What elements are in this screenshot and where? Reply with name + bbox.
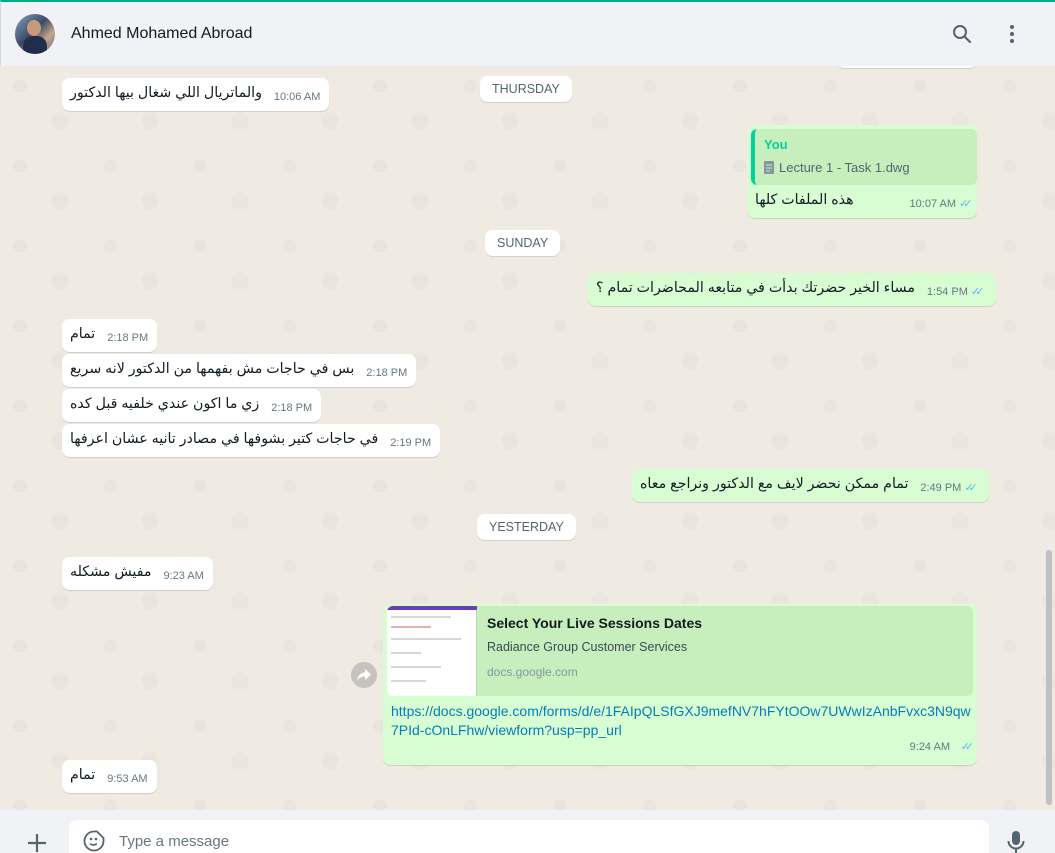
double-check-icon: ✓✓ [970,286,984,298]
forward-button[interactable] [351,662,377,688]
forward-icon [357,669,371,681]
chat-header: Ahmed Mohamed Abroad [0,0,1055,66]
message-text: تمام ممكن نحضر لايف مع الدكتور ونراجع مع… [640,476,909,492]
composer [0,810,1055,853]
message-incoming[interactable]: تمام 9:53 AM [62,760,157,793]
message-outgoing-link[interactable]: Select Your Live Sessions Dates Radiance… [383,604,977,765]
message-incoming[interactable]: في حاجات كتير بشوفها في مصادر تانيه عشان… [62,424,441,457]
message-time: 10:06 AM [273,91,321,103]
message-time: 2:18 PM [107,332,149,344]
link-preview-info: Select Your Live Sessions Dates Radiance… [477,606,712,696]
microphone-button[interactable] [1006,830,1026,853]
message-outgoing[interactable]: تمام ممكن نحضر لايف مع الدكتور ونراجع مع… [632,469,990,502]
message-time: 2:18 PM [366,367,408,379]
message-meta: 9:24 AM ✓✓ [391,738,974,757]
document-icon [764,161,774,174]
date-chip: THURSDAY [480,76,572,102]
quoted-message[interactable]: You Lecture 1 - Task 1.dwg [751,129,977,185]
quoted-file: Lecture 1 - Task 1.dwg [764,158,967,177]
search-icon [953,25,972,44]
message-link[interactable]: https://docs.google.com/forms/d/e/1FAIpQ… [391,702,971,740]
message-meta: 2:49 PM ✓✓ [920,479,980,498]
message-input[interactable] [119,832,919,850]
quoted-author: You [764,137,788,152]
message-outgoing[interactable]: You Lecture 1 - Task 1.dwg هذه الملفات ك… [747,125,977,218]
date-chip: SUNDAY [485,230,561,256]
message-outgoing[interactable]: مساء الخير حضرتك بدأت في متابعه المحاضرا… [588,273,996,306]
message-time: 10:07 AM [909,198,957,210]
message-time: 1:54 PM [926,286,968,298]
plus-icon [28,834,46,852]
message-incoming[interactable]: والماتريال اللي شغال بيها الدكتور 10:06 … [62,78,330,111]
date-chip: YESTERDAY [477,514,576,540]
double-check-icon: ✓✓ [964,482,977,494]
message-incoming[interactable]: زي ما اكون عندي خلفيه قبل كده 2:18 PM [62,389,322,422]
search-button[interactable] [947,19,977,49]
message-meta: 1:54 PM ✓✓ [927,283,987,302]
quoted-file-name: Lecture 1 - Task 1.dwg [779,160,910,175]
link-preview-description: Radiance Group Customer Services [487,640,688,654]
menu-button[interactable] [997,19,1027,49]
message-time: 2:49 PM [920,482,962,494]
message-time: 2:18 PM [271,402,313,414]
menu-dots-icon [1010,25,1014,43]
message-text: مفيش مشكله [70,564,152,580]
message-time: 9:23 AM [163,570,204,582]
message-text: تمام [70,767,96,783]
message-list[interactable]: والماتريال اللي شغال بيها الدكتور 10:06 … [0,66,1055,810]
message-text: في حاجات كتير بشوفها في مصادر تانيه عشان… [70,431,379,447]
message-text: زي ما اكون عندي خلفيه قبل كده [70,396,260,412]
message-text: بس في حاجات مش بفهمها من الدكتور لانه سر… [70,361,355,377]
previous-message-edge [838,66,976,68]
message-text: مساء الخير حضرتك بدأت في متابعه المحاضرا… [596,280,915,296]
message-time: 9:24 AM [909,741,950,753]
message-input-box[interactable] [69,820,989,853]
attach-button[interactable] [26,832,48,853]
message-time: 9:53 AM [107,773,148,785]
double-check-icon: ✓✓ [960,741,974,753]
avatar[interactable] [15,14,55,54]
message-incoming[interactable]: مفيش مشكله 9:23 AM [62,557,213,590]
message-meta: 10:07 AM ✓✓ [910,195,975,214]
message-text: تمام [70,326,96,342]
message-incoming[interactable]: تمام 2:18 PM [62,319,158,352]
scrollbar[interactable] [1046,550,1052,805]
link-preview-thumbnail [387,606,477,696]
link-preview-title: Select Your Live Sessions Dates [487,615,703,631]
message-incoming[interactable]: بس في حاجات مش بفهمها من الدكتور لانه سر… [62,354,417,387]
contact-name[interactable]: Ahmed Mohamed Abroad [71,25,252,43]
microphone-icon [1007,831,1025,853]
header-actions [947,19,1027,49]
link-preview[interactable]: Select Your Live Sessions Dates Radiance… [387,606,973,696]
message-text: هذه الملفات كلها [755,192,854,208]
message-time: 2:19 PM [390,437,432,449]
link-preview-domain: docs.google.com [487,665,578,679]
double-check-icon: ✓✓ [959,198,972,210]
message-text: والماتريال اللي شغال بيها الدكتور [70,85,262,101]
sticker-icon[interactable] [83,830,105,852]
